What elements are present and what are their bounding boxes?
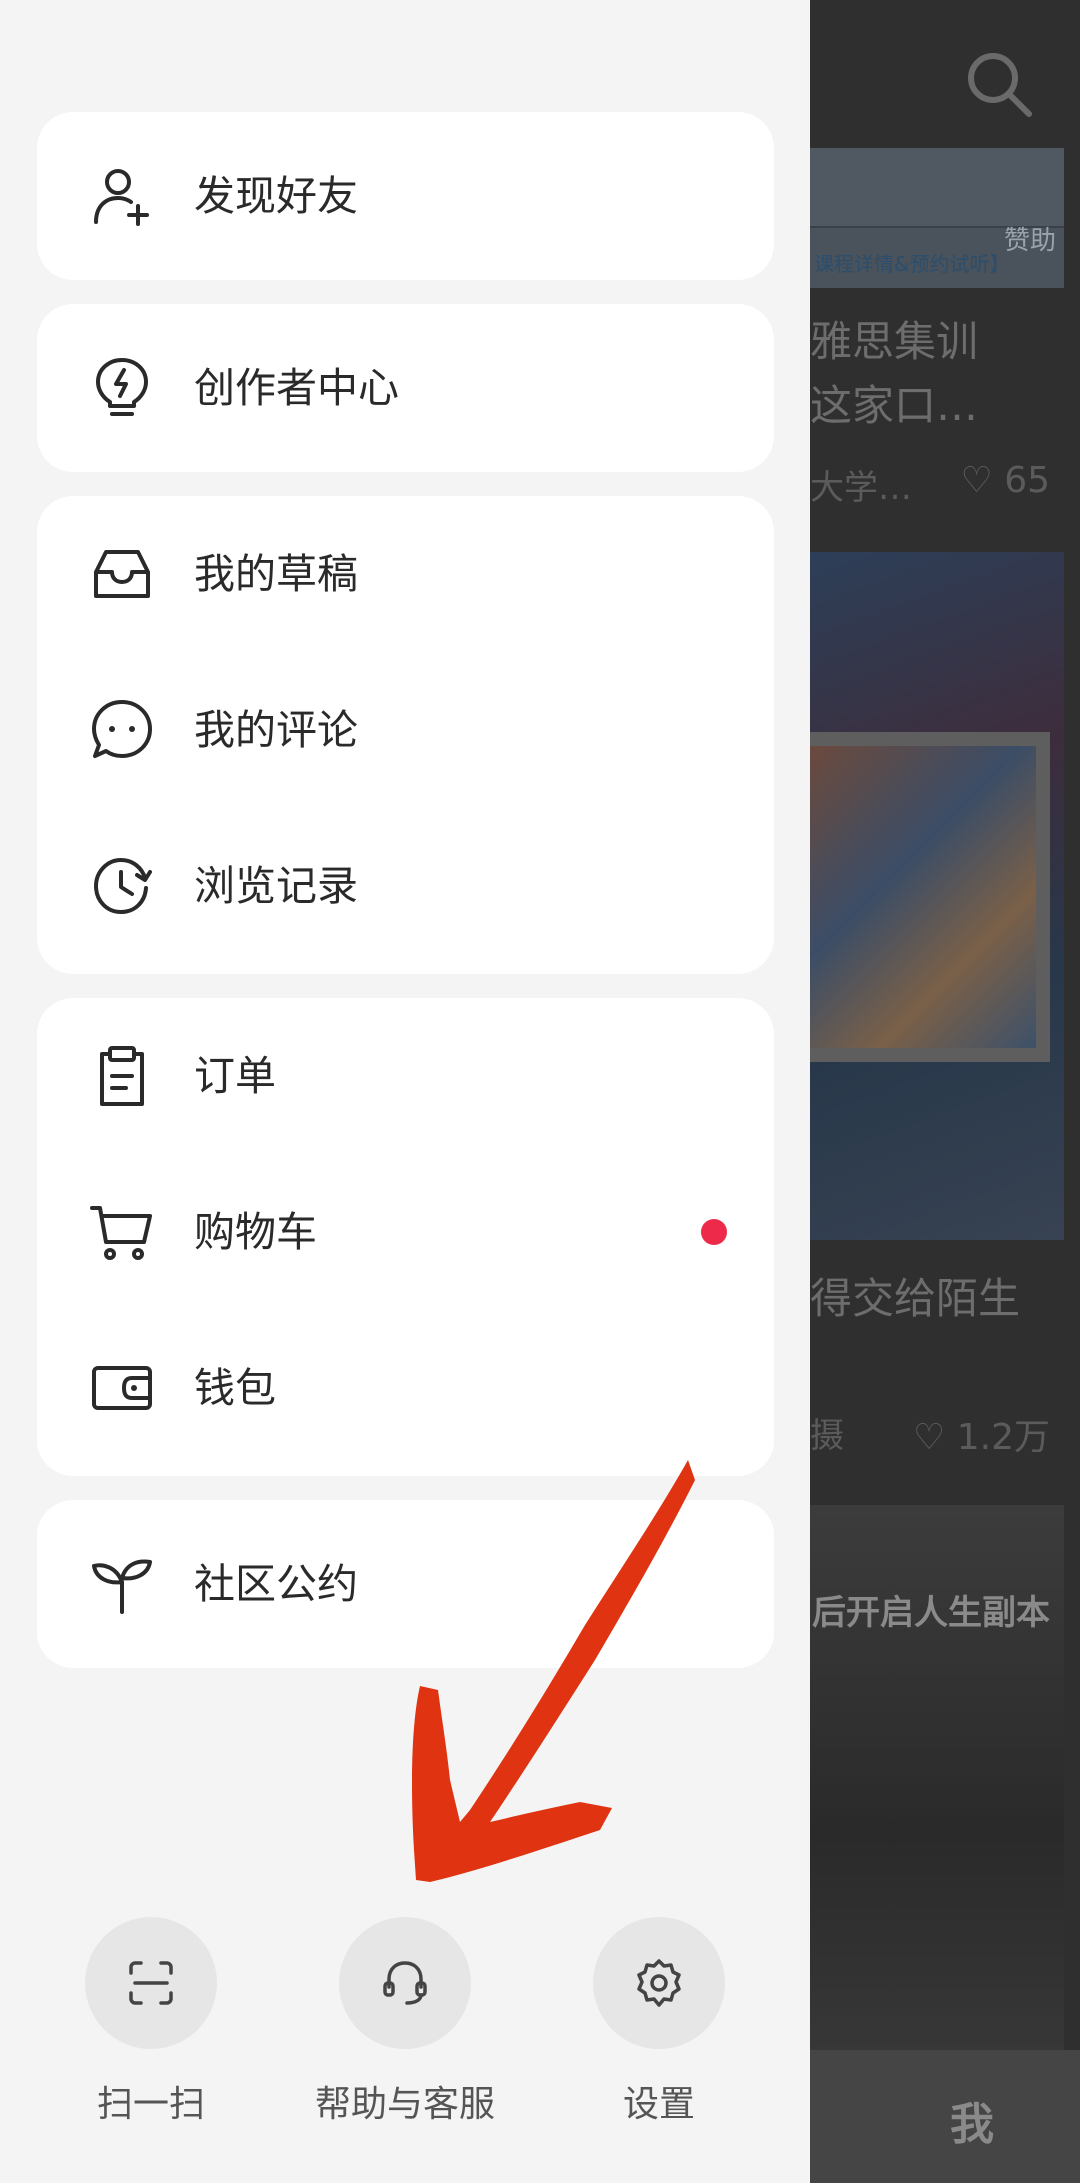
lightbulb-icon bbox=[90, 356, 154, 420]
menu-item-history[interactable]: 浏览记录 bbox=[37, 808, 774, 964]
post-title[interactable]: 得交给陌生 bbox=[810, 1265, 1020, 1326]
menu-item-label: 钱包 bbox=[194, 1364, 276, 1412]
side-drawer: 发现好友 创作者中心 我的草稿 我的评论 浏览记录 订单 购物车 钱包 社区公约… bbox=[0, 0, 810, 2183]
scan-button[interactable] bbox=[85, 1917, 217, 2049]
search-icon[interactable] bbox=[965, 50, 1035, 120]
arrow-annotation bbox=[412, 1460, 695, 1882]
sprout-icon bbox=[90, 1552, 154, 1616]
menu-item-label: 购物车 bbox=[194, 1208, 317, 1256]
post-author: 摄 bbox=[810, 1416, 844, 1456]
menu-item-cart[interactable]: 购物车 bbox=[37, 1154, 774, 1310]
add-user-icon bbox=[90, 164, 154, 228]
clipboard-icon bbox=[90, 1044, 154, 1108]
cart-icon bbox=[90, 1200, 154, 1264]
menu-item-label: 社区公约 bbox=[194, 1560, 358, 1608]
wallet-icon bbox=[90, 1356, 154, 1420]
menu-card: 创作者中心 bbox=[37, 304, 774, 472]
post-meta: 大学… ♡ 65 bbox=[810, 460, 1070, 509]
settings-label: 设置 bbox=[622, 2084, 695, 2125]
help-service-label: 帮助与客服 bbox=[314, 2084, 495, 2125]
post-cover-image[interactable]: 后开启人生副本 bbox=[810, 1505, 1064, 2050]
menu-item-label: 创作者中心 bbox=[194, 364, 399, 412]
menu-item-creator-center[interactable]: 创作者中心 bbox=[37, 310, 774, 466]
ad-table bbox=[810, 148, 1064, 228]
notification-dot bbox=[701, 1219, 727, 1245]
menu-item-find-friends[interactable]: 发现好友 bbox=[37, 118, 774, 274]
ad-caption: 课程详情&预约试听】 bbox=[814, 252, 1010, 276]
menu-item-label: 浏览记录 bbox=[194, 862, 358, 910]
like-count[interactable]: ♡ 1.2万 bbox=[913, 1408, 1050, 1460]
menu-card: 订单 购物车 钱包 bbox=[37, 998, 774, 1476]
gear-icon bbox=[637, 1959, 681, 2007]
post-author: 大学… bbox=[810, 468, 912, 508]
settings-button[interactable] bbox=[593, 1917, 725, 2049]
menu-item-label: 我的草稿 bbox=[194, 550, 358, 598]
inbox-icon bbox=[90, 542, 154, 606]
post-cover-image[interactable] bbox=[810, 552, 1064, 1240]
menu-item-orders[interactable]: 订单 bbox=[37, 998, 774, 1154]
post-meta: 摄 ♡ 1.2万 bbox=[810, 1408, 1070, 1460]
background-feed: 赞助 课程详情&预约试听】 雅思集训 这家口… 大学… ♡ 65 得交给陌生 摄… bbox=[810, 0, 1080, 2183]
like-count[interactable]: ♡ 65 bbox=[960, 460, 1050, 501]
bottom-tab-bar: 我 bbox=[810, 2050, 1080, 2183]
cover-caption: 后开启人生副本 bbox=[812, 1593, 1050, 1633]
menu-item-label: 订单 bbox=[194, 1052, 276, 1100]
ad-label: 赞助 bbox=[1003, 226, 1056, 256]
history-clock-icon bbox=[90, 854, 154, 918]
tab-me[interactable]: 我 bbox=[950, 2088, 994, 2152]
scan-label: 扫一扫 bbox=[96, 2084, 205, 2125]
photo-frame bbox=[810, 732, 1050, 1062]
chat-bubble-icon bbox=[90, 698, 154, 762]
menu-item-drafts[interactable]: 我的草稿 bbox=[37, 496, 774, 652]
menu-item-wallet[interactable]: 钱包 bbox=[37, 1310, 774, 1466]
menu-item-comments[interactable]: 我的评论 bbox=[37, 652, 774, 808]
menu-card: 发现好友 bbox=[37, 112, 774, 280]
menu-item-label: 我的评论 bbox=[194, 706, 358, 754]
scan-icon bbox=[129, 1961, 173, 2005]
menu-item-label: 发现好友 bbox=[194, 172, 358, 220]
help-service-button[interactable] bbox=[339, 1917, 471, 2049]
headset-icon bbox=[383, 1961, 427, 2005]
ad-cover-image[interactable]: 赞助 课程详情&预约试听】 bbox=[810, 148, 1064, 288]
post-title[interactable]: 雅思集训 这家口… bbox=[810, 310, 1070, 438]
menu-card: 我的草稿 我的评论 浏览记录 bbox=[37, 496, 774, 974]
